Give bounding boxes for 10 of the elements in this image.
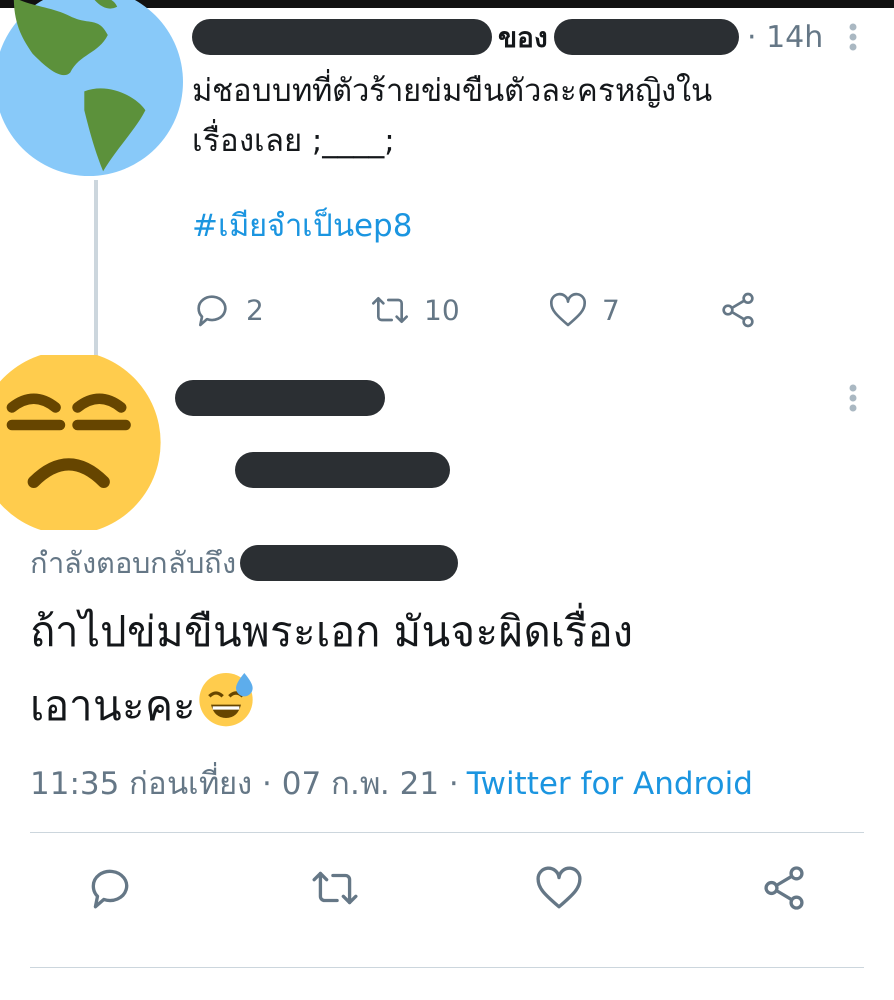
tweet-text: ถ้าไปข่มขืนพระเอก มันจะผิดเรื่อง เอานะคะ <box>30 596 864 742</box>
hashtag-link[interactable]: #เมียจำเป็นep8 <box>192 200 858 250</box>
client-link[interactable]: Twitter for Android <box>466 766 753 802</box>
action-count: 2 <box>246 294 264 326</box>
user-name: ของ <box>498 20 548 56</box>
replying-to-label: กำลังตอบกลับถึง <box>30 545 236 582</box>
action-count: 10 <box>424 294 460 326</box>
tweet-time: · 14h <box>747 20 824 54</box>
action-count: 7 <box>602 294 620 326</box>
tweet-text: ม่ชอบบทที่ตัวร้ายข่มขืนตัวละครหญิงใน เรื่องเลย ;____; <box>192 66 858 166</box>
